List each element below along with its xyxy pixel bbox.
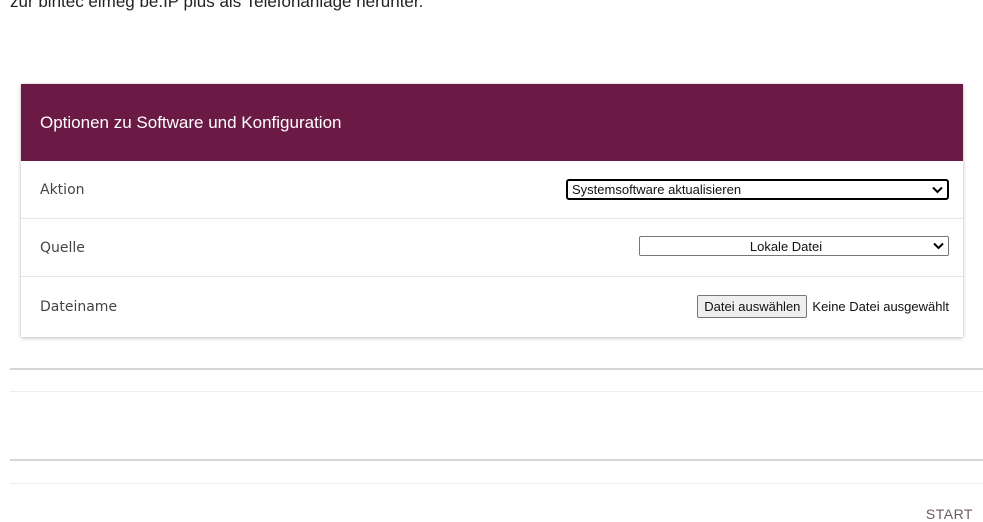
quelle-select[interactable]: Lokale Datei xyxy=(639,236,949,256)
quelle-label: Quelle xyxy=(40,239,85,256)
aktion-select-value: Systemsoftware aktualisieren xyxy=(572,182,742,197)
choose-file-button[interactable]: Datei auswählen xyxy=(697,295,808,318)
divider xyxy=(10,483,983,484)
page: zur bintec elmeg be.IP plus als Telefona… xyxy=(0,0,983,522)
panel-header: Optionen zu Software und Konfiguration xyxy=(21,84,963,161)
chevron-down-icon xyxy=(928,242,948,250)
divider xyxy=(10,368,983,370)
row-dateiname: Dateiname Datei auswählen Keine Datei au… xyxy=(21,277,963,337)
aktion-label: Aktion xyxy=(40,181,85,198)
dateiname-label: Dateiname xyxy=(40,299,118,315)
file-status: Keine Datei ausgewählt xyxy=(812,299,949,314)
row-aktion: Aktion Systemsoftware aktualisieren xyxy=(21,161,963,219)
intro-text: zur bintec elmeg be.IP plus als Telefona… xyxy=(10,0,424,11)
divider xyxy=(10,459,983,461)
row-quelle: Quelle Lokale Datei xyxy=(21,219,963,277)
divider xyxy=(10,391,983,392)
panel-title: Optionen zu Software und Konfiguration xyxy=(40,112,342,132)
quelle-select-value: Lokale Datei xyxy=(749,238,823,254)
start-button[interactable]: START xyxy=(926,506,973,522)
software-config-panel: Optionen zu Software und Konfiguration A… xyxy=(21,84,963,337)
file-input: Datei auswählen Keine Datei ausgewählt xyxy=(697,295,949,318)
chevron-down-icon xyxy=(927,186,947,194)
aktion-select[interactable]: Systemsoftware aktualisieren xyxy=(566,179,949,200)
